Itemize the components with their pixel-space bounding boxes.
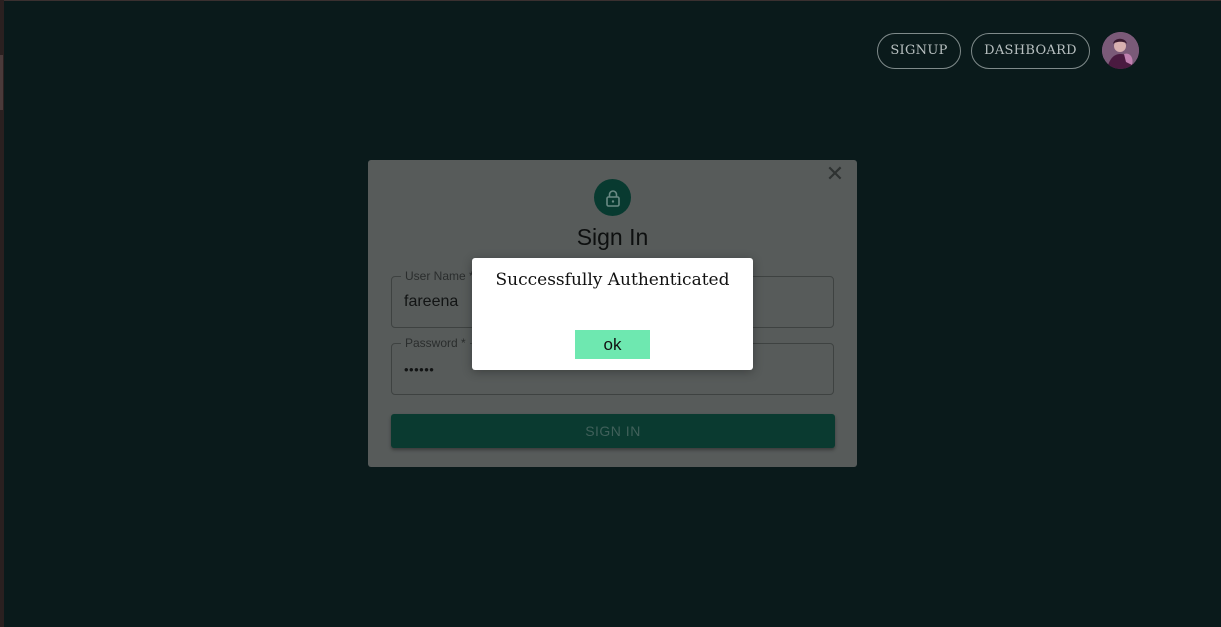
- username-label: User Name *: [401, 269, 478, 283]
- left-edge-highlight: [0, 55, 3, 110]
- password-value: ••••••: [404, 362, 435, 377]
- top-nav: SIGNUP DASHBOARD: [877, 32, 1139, 69]
- signin-button[interactable]: SIGN IN: [391, 414, 835, 448]
- alert-dialog: Successfully Authenticated ok: [472, 258, 753, 370]
- user-avatar-icon[interactable]: [1102, 32, 1139, 69]
- ok-button[interactable]: ok: [575, 330, 650, 359]
- avatar-image: [1102, 32, 1139, 69]
- lock-icon: [594, 179, 631, 216]
- alert-message: Successfully Authenticated: [495, 270, 730, 290]
- signin-title: Sign In: [576, 224, 649, 250]
- lock-glyph: [605, 189, 620, 207]
- username-value: fareena: [404, 293, 459, 310]
- top-edge: [0, 0, 1221, 1]
- password-label: Password *: [401, 336, 470, 350]
- signup-button[interactable]: SIGNUP: [877, 32, 961, 69]
- close-icon[interactable]: ✕: [823, 163, 847, 187]
- page: SIGNUP DASHBOARD ✕ Sign In User Name * f…: [0, 0, 1221, 627]
- dashboard-button[interactable]: DASHBOARD: [971, 32, 1090, 69]
